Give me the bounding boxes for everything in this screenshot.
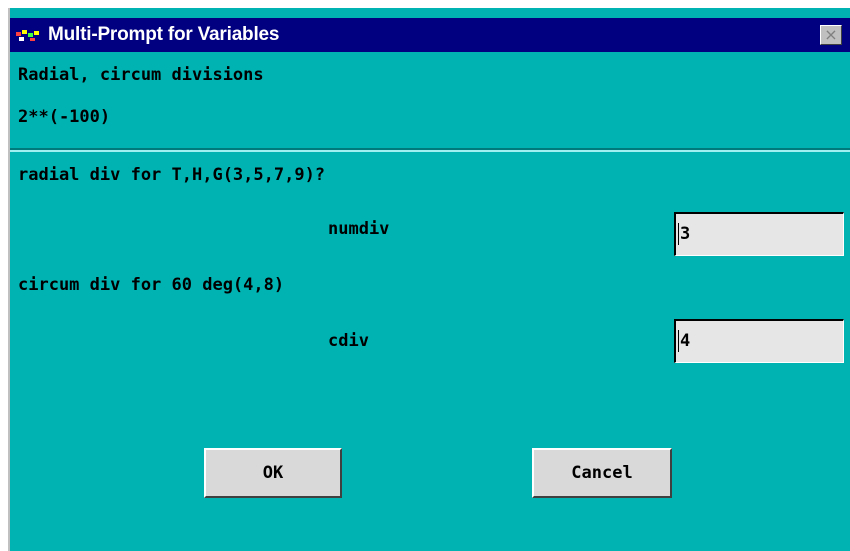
close-icon: × xyxy=(824,25,838,44)
separator xyxy=(10,148,850,152)
app-icon xyxy=(16,30,39,41)
window-title: Multi-Prompt for Variables xyxy=(48,24,280,45)
cdiv-input[interactable]: 4 xyxy=(674,319,844,363)
header-line-2: 2**(-100) xyxy=(18,107,111,127)
prompt-question-2: circum div for 60 deg(4,8) xyxy=(18,275,285,295)
ok-button[interactable]: OK xyxy=(204,448,342,498)
prompt-question-1: radial div for T,H,G(3,5,7,9)? xyxy=(18,165,326,185)
prompt-variable-cdiv: cdiv xyxy=(328,331,369,351)
title-bar[interactable]: Multi-Prompt for Variables × xyxy=(10,18,850,52)
numdiv-input[interactable]: 3 xyxy=(674,212,844,256)
multi-prompt-dialog: Multi-Prompt for Variables × Radial, cir… xyxy=(8,8,850,551)
text-caret xyxy=(678,330,679,352)
close-button[interactable]: × xyxy=(820,25,842,45)
prompt-variable-numdiv: numdiv xyxy=(328,219,390,239)
numdiv-value: 3 xyxy=(680,224,691,244)
cdiv-value: 4 xyxy=(680,331,691,351)
text-caret xyxy=(678,223,679,245)
header-line-1: Radial, circum divisions xyxy=(18,65,264,85)
cancel-button[interactable]: Cancel xyxy=(532,448,672,498)
